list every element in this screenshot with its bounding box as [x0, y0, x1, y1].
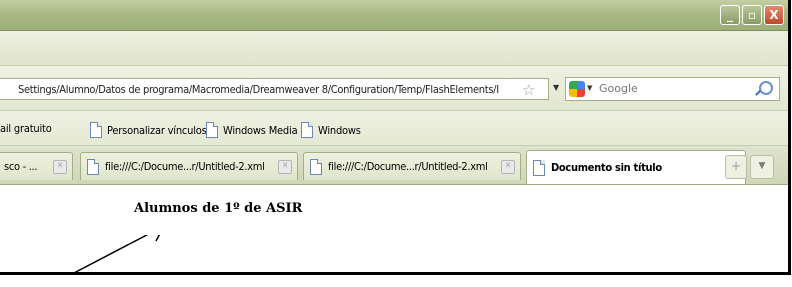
tab[interactable]: file:///C:/Docume...r/Untitled-2.xml ✕ — [80, 152, 298, 180]
page-icon — [310, 158, 322, 175]
tab-label: Documento sin título — [551, 161, 662, 174]
minimize-button[interactable]: _ — [720, 5, 740, 25]
page-icon — [206, 122, 218, 138]
browser-window: _ ▫ X Settings/Alumno/Datos de programa/… — [0, 0, 791, 275]
search-box[interactable]: ▼ — [565, 77, 780, 101]
address-bar[interactable]: Settings/Alumno/Datos de programa/Macrom… — [0, 78, 549, 100]
menu-bar — [0, 31, 788, 66]
bookmark-item[interactable]: ail gratuito — [0, 122, 52, 135]
page-icon — [90, 122, 102, 138]
bookmark-item[interactable]: Personalizar vínculos — [90, 122, 207, 138]
bookmark-item[interactable]: Windows Media — [206, 122, 298, 138]
page-icon — [533, 159, 545, 176]
bookmark-label: Personalizar vínculos — [107, 123, 207, 137]
bookmark-label: Windows — [318, 123, 361, 137]
new-tab-button[interactable]: + — [725, 155, 747, 179]
tab-bar: sco - ... ✕ file:///C:/Docume...r/Untitl… — [0, 146, 788, 185]
tab-list-button[interactable]: ▼ — [750, 155, 774, 179]
bookmark-label: ail gratuito — [0, 122, 52, 135]
bookmark-item[interactable]: Windows — [301, 122, 361, 138]
page-icon — [301, 122, 313, 138]
google-engine-icon[interactable] — [569, 81, 585, 97]
maximize-button[interactable]: ▫ — [742, 5, 762, 25]
search-input[interactable] — [597, 81, 751, 96]
page-heading: Alumnos de 1º de ASIR — [134, 201, 303, 216]
page-content: Alumnos de 1º de ASIR — [0, 185, 788, 272]
tab-close-icon[interactable]: ✕ — [278, 160, 292, 174]
tab[interactable]: sco - ... ✕ — [0, 152, 73, 180]
tab-close-icon[interactable]: ✕ — [501, 160, 515, 174]
address-url: Settings/Alumno/Datos de programa/Macrom… — [18, 83, 499, 96]
address-history-dropdown-icon[interactable]: ▼ — [553, 83, 559, 92]
engine-dropdown-icon[interactable]: ▼ — [587, 84, 592, 92]
bookmark-label: Windows Media — [223, 123, 298, 137]
arrow-annotation — [74, 235, 161, 272]
tab[interactable]: file:///C:/Docume...r/Untitled-2.xml ✕ — [303, 152, 521, 180]
search-icon[interactable] — [759, 81, 773, 95]
bookmarks-toolbar: ail gratuito Personalizar vínculos Windo… — [0, 111, 788, 146]
tab-label: file:///C:/Docume...r/Untitled-2.xml — [105, 160, 265, 173]
tab-close-icon[interactable]: ✕ — [53, 160, 67, 174]
tab-label: sco - ... — [4, 160, 38, 173]
navigation-toolbar: Settings/Alumno/Datos de programa/Macrom… — [0, 66, 788, 111]
bookmark-star-icon[interactable]: ☆ — [522, 81, 535, 99]
page-icon — [87, 158, 99, 175]
window-controls: _ ▫ X — [720, 5, 784, 25]
title-bar: _ ▫ X — [0, 0, 788, 31]
close-button[interactable]: X — [764, 5, 784, 25]
tab-label: file:///C:/Docume...r/Untitled-2.xml — [328, 160, 488, 173]
tab-active[interactable]: Documento sin título ✕ — [526, 150, 746, 184]
